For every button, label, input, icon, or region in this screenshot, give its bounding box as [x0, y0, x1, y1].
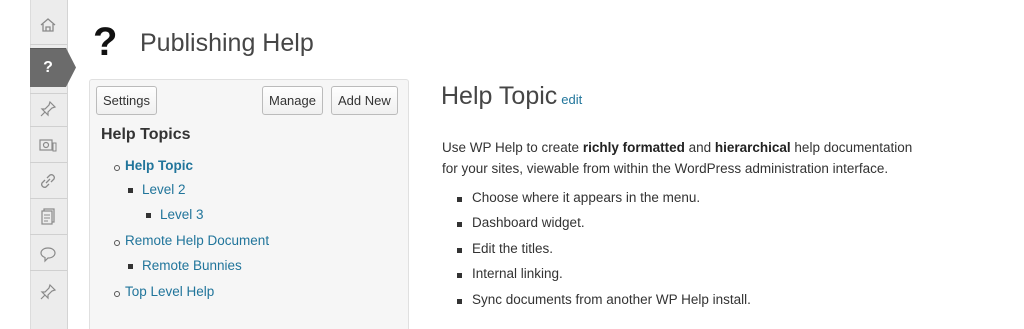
tree-item-level-2[interactable]: Level 2 [142, 182, 186, 197]
settings-button[interactable]: Settings [96, 86, 157, 115]
edit-link[interactable]: edit [561, 92, 582, 107]
tree-bullet [146, 213, 151, 218]
sidebar-divider [30, 44, 67, 45]
feature-bullet [457, 273, 462, 278]
tree-item-level-3[interactable]: Level 3 [160, 207, 204, 222]
dashboard-icon[interactable] [30, 10, 66, 40]
media-icon[interactable] [30, 130, 66, 160]
feature-item: Dashboard widget. [472, 215, 585, 230]
intro-text: for your sites, viewable from within the… [442, 161, 889, 176]
feature-item: Edit the titles. [472, 241, 554, 256]
add-new-button[interactable]: Add New [331, 86, 398, 115]
help-icon: ? [43, 59, 53, 76]
sidebar-divider [30, 234, 67, 235]
pin-icon[interactable] [30, 277, 66, 307]
comments-icon[interactable] [30, 239, 66, 269]
tree-bullet [114, 240, 120, 246]
intro-text: and [684, 140, 715, 155]
feature-bullet [457, 248, 462, 253]
tree-item-remote-bunnies[interactable]: Remote Bunnies [142, 258, 242, 273]
content-title: Help Topic edit [441, 82, 582, 111]
manage-button[interactable]: Manage [262, 86, 323, 115]
links-icon[interactable] [30, 166, 66, 196]
tree-item-help-topic[interactable]: Help Topic [125, 158, 193, 173]
page-title: Publishing Help [140, 29, 314, 57]
sidebar-divider [30, 126, 67, 127]
help-menu-item[interactable]: ? [30, 48, 76, 87]
intro-text: Use WP Help to create [442, 140, 583, 155]
feature-item: Internal linking. [472, 266, 563, 281]
tree-bullet [128, 188, 133, 193]
content-title-text: Help Topic [441, 82, 558, 110]
tree-bullet [128, 264, 133, 269]
posts-pin-icon[interactable] [30, 94, 66, 124]
tree-bullet [114, 165, 120, 171]
tree-item-top-level-help[interactable]: Top Level Help [125, 284, 214, 299]
feature-item: Sync documents from another WP Help inst… [472, 292, 751, 307]
feature-item: Choose where it appears in the menu. [472, 190, 701, 205]
tree-item-remote-help-document[interactable]: Remote Help Document [125, 233, 269, 248]
help-topics-heading: Help Topics [101, 126, 191, 143]
help-page-icon: ? [93, 20, 118, 64]
intro-bold: hierarchical [714, 140, 791, 155]
intro-text: help documentation [790, 140, 913, 155]
sidebar-divider [30, 198, 67, 199]
intro-paragraph: Use WP Help to create richly formatted a… [442, 137, 982, 179]
feature-bullet [457, 222, 462, 227]
tree-bullet [114, 291, 120, 297]
pages-icon[interactable] [30, 201, 66, 231]
intro-bold: richly formatted [582, 140, 685, 155]
sidebar-divider [30, 270, 67, 271]
feature-bullet [457, 299, 462, 304]
sidebar-divider [30, 162, 67, 163]
feature-bullet [457, 197, 462, 202]
